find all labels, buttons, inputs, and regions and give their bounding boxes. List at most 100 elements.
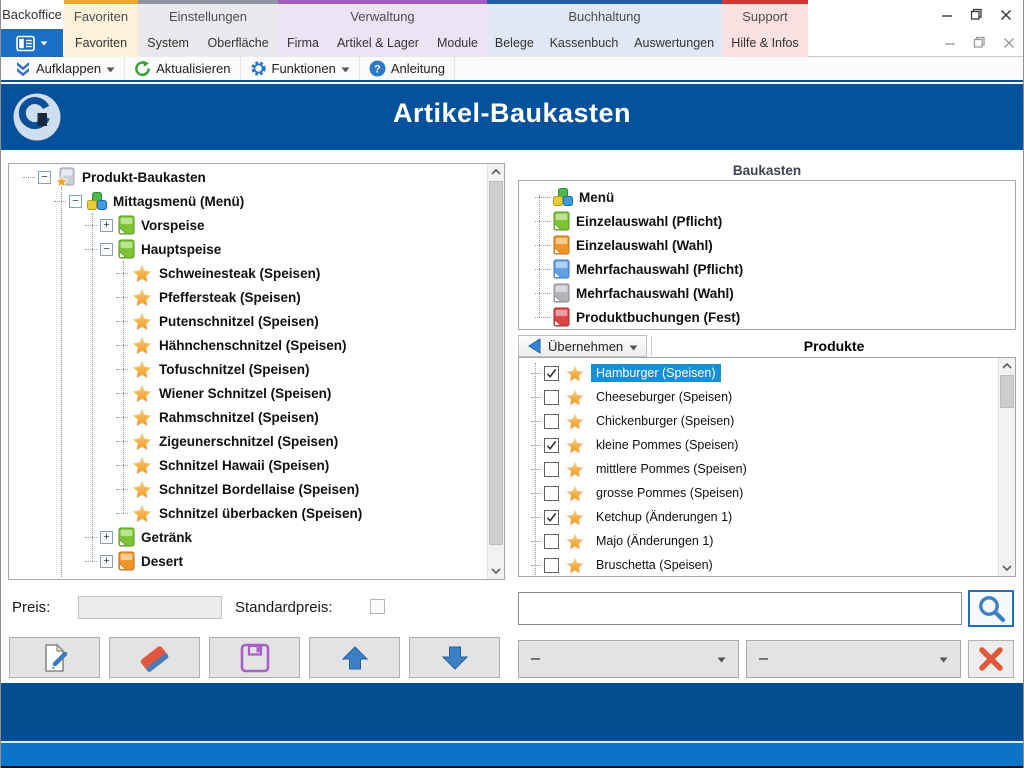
toolbar-aktualisieren-button[interactable]: Aktualisieren	[125, 57, 240, 80]
ribbon-item-artikel-lager[interactable]: Artikel & Lager	[335, 36, 421, 50]
collapse-expander-icon[interactable]: −	[100, 243, 113, 256]
product-checkbox[interactable]	[544, 510, 559, 525]
ribbon-group-accent	[278, 0, 487, 4]
product-checkbox[interactable]	[544, 414, 559, 429]
app-menu-button[interactable]	[0, 29, 63, 57]
scroll-down-icon[interactable]	[488, 563, 504, 579]
tree-item-schweinesteak-speisen[interactable]: Schweinesteak (Speisen)	[9, 261, 504, 285]
tree-item-zigeunerschnitzel-speisen[interactable]: Zigeunerschnitzel (Speisen)	[9, 429, 504, 453]
baukasten-item-label: Mehrfachauswahl (Pflicht)	[576, 262, 743, 277]
scroll-up-icon[interactable]	[488, 164, 504, 180]
product-row-mittlere-pommes-speisen[interactable]: mittlere Pommes (Speisen)	[519, 457, 1015, 481]
tree-item-putenschnitzel-speisen[interactable]: Putenschnitzel (Speisen)	[9, 309, 504, 333]
ribbon-group-label[interactable]: Support	[722, 0, 808, 29]
baukasten-item-mehrfachauswahl-wahl[interactable]: Mehrfachauswahl (Wahl)	[519, 281, 1015, 305]
search-button[interactable]	[968, 590, 1014, 627]
search-input[interactable]	[518, 592, 962, 625]
close-button[interactable]	[1000, 9, 1012, 21]
tree-item-schnitzel-hawaii-speisen[interactable]: Schnitzel Hawaii (Speisen)	[9, 453, 504, 477]
product-checkbox[interactable]	[544, 438, 559, 453]
ribbon-item-system[interactable]: System	[145, 36, 191, 50]
expand-expander-icon[interactable]: +	[100, 531, 113, 544]
produkte-scrollbar[interactable]	[998, 358, 1015, 576]
tree-item-schnitzel-überbacken-speisen[interactable]: Schnitzel überbacken (Speisen)	[9, 501, 504, 525]
product-row-grosse-pommes-speisen[interactable]: grosse Pommes (Speisen)	[519, 481, 1015, 505]
expand-expander-icon[interactable]: +	[100, 219, 113, 232]
toolbar-aufklappen-button[interactable]: Aufklappen	[6, 57, 125, 80]
product-row-majo-änderungen-1[interactable]: Majo (Änderungen 1)	[519, 529, 1015, 553]
apply-button[interactable]: Übernehmen	[518, 335, 647, 357]
standardpreis-checkbox[interactable]	[370, 599, 385, 614]
product-row-bruschetta-speisen[interactable]: Bruschetta (Speisen)	[519, 553, 1015, 577]
tree-item-schnitzel-bordellaise-speisen[interactable]: Schnitzel Bordellaise (Speisen)	[9, 477, 504, 501]
product-checkbox[interactable]	[544, 462, 559, 477]
ribbon-item-auswertungen[interactable]: Auswertungen	[632, 36, 716, 50]
apply-row: Übernehmen Produkte	[518, 335, 1016, 357]
baukasten-item-menü[interactable]: Menü	[519, 185, 1015, 209]
tree-item-hauptspeise[interactable]: − Hauptspeise	[9, 237, 504, 261]
baukasten-item-einzelauswahl-wahl[interactable]: Einzelauswahl (Wahl)	[519, 233, 1015, 257]
tree-item-pfeffersteak-speisen[interactable]: Pfeffersteak (Speisen)	[9, 285, 504, 309]
tree-scrollbar[interactable]	[487, 164, 504, 579]
tab-backoffice[interactable]: Backoffice	[0, 0, 64, 29]
ribbon-item-firma[interactable]: Firma	[285, 36, 321, 50]
baukasten-item-produktbuchungen-fest[interactable]: Produktbuchungen (Fest)	[519, 305, 1015, 329]
document-close-button[interactable]	[1003, 37, 1015, 49]
tree-item-getränk[interactable]: + Getränk	[9, 525, 504, 549]
clear-filter-button[interactable]	[968, 640, 1014, 678]
product-checkbox[interactable]	[544, 486, 559, 501]
baukasten-item-einzelauswahl-pflicht[interactable]: Einzelauswahl (Pflicht)	[519, 209, 1015, 233]
baukasten-item-mehrfachauswahl-pflicht[interactable]: Mehrfachauswahl (Pflicht)	[519, 257, 1015, 281]
maximize-button[interactable]	[970, 8, 983, 21]
tree-item-rahmschnitzel-speisen[interactable]: Rahmschnitzel (Speisen)	[9, 405, 504, 429]
product-row-hamburger-speisen[interactable]: Hamburger (Speisen)	[519, 361, 1015, 385]
filter-dropdown-2[interactable]: –	[746, 640, 961, 678]
scroll-down-icon[interactable]	[999, 560, 1015, 576]
preis-input[interactable]	[78, 596, 222, 619]
document-maximize-button[interactable]	[973, 36, 986, 49]
ribbon-item-module[interactable]: Module	[435, 36, 480, 50]
ribbon-item-oberfläche[interactable]: Oberfläche	[206, 36, 271, 50]
product-row-cheeseburger-speisen[interactable]: Cheeseburger (Speisen)	[519, 385, 1015, 409]
ribbon-item-favoriten[interactable]: Favoriten	[73, 36, 129, 50]
tree-item-wiener-schnitzel-speisen[interactable]: Wiener Schnitzel (Speisen)	[9, 381, 504, 405]
expand-expander-icon[interactable]: +	[100, 555, 113, 568]
scrollbar-thumb[interactable]	[489, 181, 503, 545]
toolbar-item-label: Aufklappen	[36, 61, 101, 76]
tree-item-vorspeise[interactable]: + Vorspeise	[9, 213, 504, 237]
tree-item-desert[interactable]: + Desert	[9, 549, 504, 573]
product-row-ketchup-änderungen-1[interactable]: Ketchup (Änderungen 1)	[519, 505, 1015, 529]
ribbon-item-belege[interactable]: Belege	[493, 36, 536, 50]
ribbon-group-label[interactable]: Verwaltung	[278, 0, 487, 29]
ribbon-item-hilfe-infos[interactable]: Hilfe & Infos	[729, 36, 800, 50]
scrollbar-thumb[interactable]	[1000, 375, 1014, 408]
product-checkbox[interactable]	[544, 390, 559, 405]
ribbon-group-label[interactable]: Einstellungen	[138, 0, 278, 29]
edit-button[interactable]	[9, 637, 100, 678]
ribbon-group-label[interactable]: Favoriten	[64, 0, 138, 29]
product-checkbox[interactable]	[544, 366, 559, 381]
product-checkbox[interactable]	[544, 558, 559, 573]
tree-item-hähnchenschnitzel-speisen[interactable]: Hähnchenschnitzel (Speisen)	[9, 333, 504, 357]
save-button[interactable]	[209, 637, 300, 678]
collapse-expander-icon[interactable]: −	[38, 171, 51, 184]
document-minimize-button[interactable]	[944, 37, 956, 49]
toolbar-funktionen-button[interactable]: Funktionen	[241, 57, 360, 80]
toolbar-anleitung-button[interactable]: ? Anleitung	[360, 57, 455, 80]
collapse-expander-icon[interactable]: −	[69, 195, 82, 208]
ribbon-item-kassenbuch[interactable]: Kassenbuch	[548, 36, 621, 50]
baukasten-item-label: Einzelauswahl (Wahl)	[576, 238, 713, 253]
minimize-button[interactable]	[941, 9, 953, 21]
product-checkbox[interactable]	[544, 534, 559, 549]
scroll-up-icon[interactable]	[999, 358, 1015, 374]
tree-item-tofuschnitzel-speisen[interactable]: Tofuschnitzel (Speisen)	[9, 357, 504, 381]
move-down-button[interactable]	[409, 637, 500, 678]
product-row-kleine-pommes-speisen[interactable]: kleine Pommes (Speisen)	[519, 433, 1015, 457]
move-up-button[interactable]	[309, 637, 400, 678]
ribbon-group-label[interactable]: Buchhaltung	[487, 0, 722, 29]
tree-item-mittagsmenü-menü[interactable]: − Mittagsmenü (Menü)	[9, 189, 504, 213]
product-row-chickenburger-speisen[interactable]: Chickenburger (Speisen)	[519, 409, 1015, 433]
filter-dropdown-1[interactable]: –	[518, 640, 739, 678]
tree-item-produkt-baukasten[interactable]: − Produkt-Baukasten	[9, 165, 504, 189]
erase-button[interactable]	[109, 637, 200, 678]
